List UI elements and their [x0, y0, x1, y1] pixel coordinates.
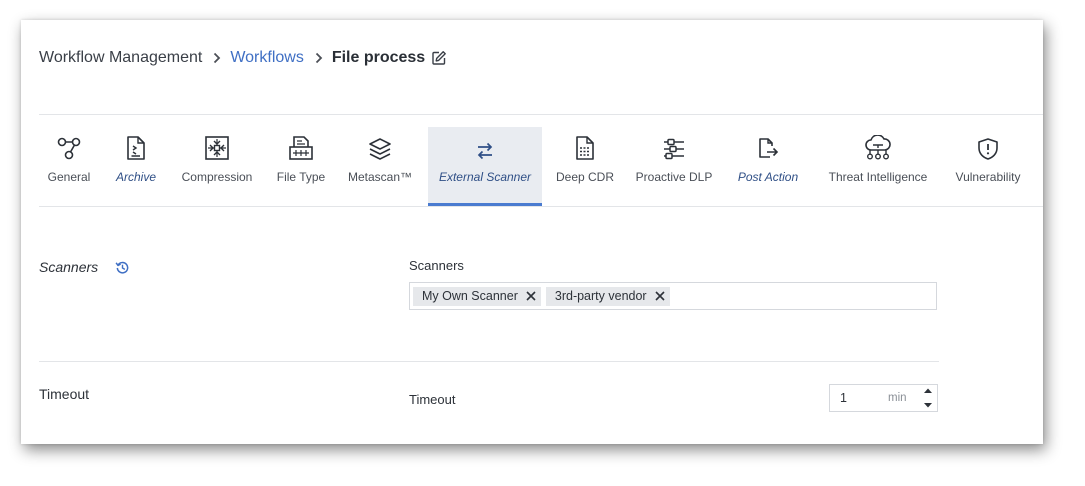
tab-metascan[interactable]: Metascan™ [345, 127, 415, 206]
tab-label: Metascan™ [347, 170, 413, 184]
scanners-tag-input[interactable]: My Own Scanner 3rd-party vendor [409, 282, 937, 310]
tab-label: Vulnerability [955, 170, 1021, 184]
timeout-unit: min [888, 392, 907, 404]
tab-compression[interactable]: Compression [179, 127, 255, 206]
cloud-network-icon [864, 127, 892, 161]
workflow-card: Workflow Management Workflows File proce… [21, 20, 1043, 444]
scanners-field-label: Scanners [409, 258, 464, 273]
breadcrumb: Workflow Management Workflows File proce… [39, 47, 447, 69]
shield-icon [976, 127, 1000, 161]
compress-icon [204, 127, 230, 161]
swap-icon [475, 127, 495, 161]
tab-label: Threat Intelligence [828, 170, 928, 184]
close-icon[interactable] [655, 291, 665, 301]
tab-file-type[interactable]: File Type [275, 127, 327, 206]
chevron-right-icon [213, 52, 221, 64]
timeout-value[interactable]: 1 [840, 391, 888, 405]
scanner-tag-label: 3rd-party vendor [554, 289, 647, 303]
layers-icon [368, 127, 392, 161]
history-icon[interactable] [115, 260, 130, 275]
tab-post-action[interactable]: Post Action [731, 127, 805, 206]
tab-general[interactable]: General [39, 127, 99, 206]
post-action-icon [756, 127, 780, 161]
tab-proactive-dlp[interactable]: Proactive DLP [631, 127, 717, 206]
timeout-number-input[interactable]: 1 min [829, 384, 938, 412]
tab-threat-intelligence[interactable]: Threat Intelligence [821, 127, 935, 206]
scanners-section-title: Scanners [39, 259, 99, 275]
timeout-section-title: Timeout [39, 386, 90, 402]
tab-label: Proactive DLP [635, 170, 713, 184]
scanner-tag-label: My Own Scanner [422, 289, 518, 303]
document-icon [125, 127, 147, 161]
breadcrumb-workflows-link[interactable]: Workflows [230, 49, 304, 67]
tab-label: File Type [276, 170, 326, 184]
tab-vulnerability[interactable]: Vulnerability [950, 127, 1026, 206]
close-icon[interactable] [526, 291, 536, 301]
nodes-icon [56, 127, 82, 161]
page-title: File process [331, 49, 426, 66]
section-divider [39, 361, 939, 362]
tab-label: Compression [181, 170, 253, 184]
tab-label: Archive [115, 170, 156, 184]
workflow-tabs: General Archive Compression File Type Me [39, 114, 1043, 207]
deep-cdr-icon [574, 127, 596, 161]
scanner-tag: 3rd-party vendor [545, 286, 670, 306]
tab-deep-cdr[interactable]: Deep CDR [553, 127, 617, 206]
tab-label: General [47, 170, 91, 184]
tab-label: External Scanner [438, 170, 532, 184]
tab-external-scanner[interactable]: External Scanner [428, 127, 542, 206]
file-type-icon [288, 127, 314, 161]
chevron-up-icon[interactable] [923, 387, 933, 394]
breadcrumb-root[interactable]: Workflow Management [39, 49, 202, 67]
dlp-icon [662, 127, 686, 161]
timeout-stepper[interactable] [921, 387, 935, 409]
tab-label: Deep CDR [555, 170, 615, 184]
chevron-right-icon [315, 52, 323, 64]
timeout-field-label: Timeout [409, 392, 456, 407]
tab-label: Post Action [737, 170, 799, 184]
tab-archive[interactable]: Archive [111, 127, 161, 206]
scanner-tag: My Own Scanner [413, 286, 541, 306]
chevron-down-icon[interactable] [923, 402, 933, 409]
edit-icon[interactable] [431, 50, 447, 66]
